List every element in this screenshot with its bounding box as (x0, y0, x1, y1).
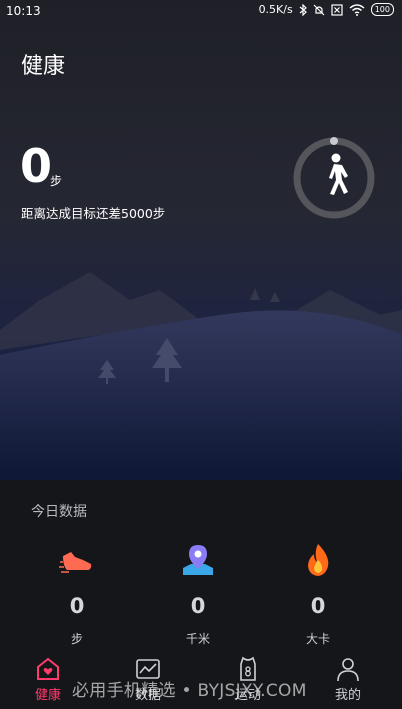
tab-health[interactable]: 健康 (18, 656, 78, 703)
stat-calories-unit: 大卡 (305, 632, 330, 646)
stat-calories-value: 0 (310, 594, 326, 618)
stat-steps[interactable]: 0 步 (37, 542, 117, 647)
tab-health-label: 健康 (34, 688, 61, 703)
stat-steps-unit: 步 (70, 632, 83, 646)
status-time: 10:13 (6, 4, 41, 18)
network-speed: 0.5K/s (258, 3, 293, 16)
battery-icon: 100 (370, 3, 394, 16)
page-title: 健康 (21, 54, 66, 79)
sim-off-icon (331, 3, 343, 16)
flame-icon (308, 544, 329, 576)
watermark-text: 必用手机精选 • BYJSJXY.COM (72, 681, 307, 701)
stat-distance-value: 0 (190, 594, 206, 618)
heart-home-icon (37, 657, 59, 680)
stat-distance-unit: 千米 (185, 632, 210, 646)
location-pin-icon (183, 545, 213, 575)
hero-section: 10:13 0.5K/s 100 健康 0 步 距离达成目标还差5000步 (0, 0, 402, 480)
goal-remaining-text: 距离达成目标还差5000步 (21, 206, 166, 221)
steps-value: 0 (20, 139, 53, 193)
status-bar: 10:13 0.5K/s 100 (0, 0, 402, 24)
steps-unit: 步 (50, 174, 63, 188)
mute-icon (313, 4, 325, 15)
status-icons: 0.5K/s 100 (259, 3, 394, 16)
stat-distance[interactable]: 0 千米 (158, 542, 238, 647)
today-heading: 今日数据 (31, 504, 87, 520)
bluetooth-icon (299, 3, 307, 16)
wifi-icon (349, 3, 365, 16)
tab-me[interactable]: 我的 (318, 656, 378, 703)
shoe-icon (59, 552, 92, 573)
person-icon (337, 658, 359, 682)
stat-calories[interactable]: 0 大卡 (278, 542, 358, 647)
step-progress-ring[interactable] (292, 136, 376, 220)
progress-dot (330, 137, 338, 145)
walking-person-icon (329, 153, 348, 195)
tab-me-label: 我的 (334, 688, 361, 703)
stat-steps-value: 0 (69, 594, 85, 618)
landscape-illustration (0, 272, 402, 480)
